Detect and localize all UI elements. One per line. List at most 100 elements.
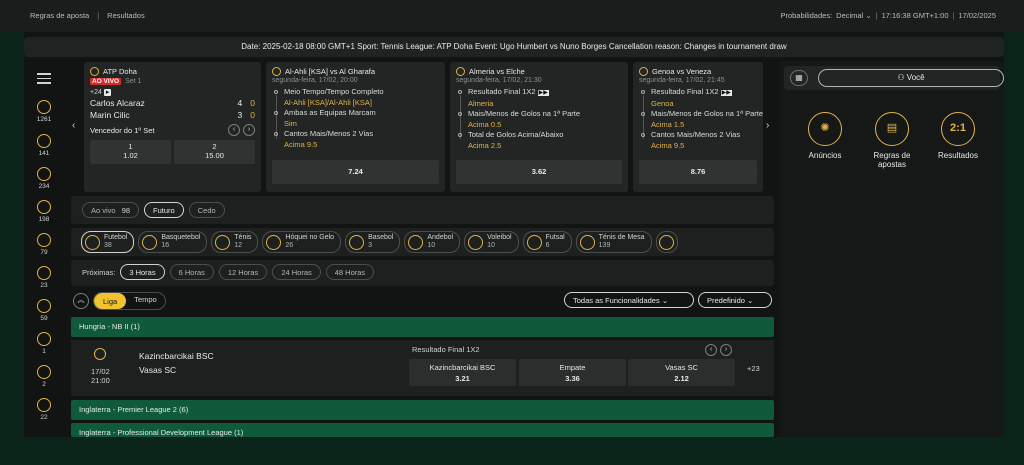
sidebar-handball[interactable]: 22 xyxy=(34,398,54,421)
handball-icon xyxy=(37,398,51,412)
collapse-all-icon[interactable]: ︽ xyxy=(73,293,89,309)
sport-pill-futsal[interactable]: Futsal 6 xyxy=(522,231,572,253)
selection: Cantos Mais/Menos 2 Vias Acima 9.5 xyxy=(633,130,763,151)
odd-button-draw[interactable]: Empate 3.36 xyxy=(519,359,626,386)
odd-button[interactable]: 7.24 xyxy=(272,160,439,184)
baseball-icon xyxy=(349,234,365,250)
calendar-icon[interactable]: ▦ xyxy=(790,70,808,86)
hours-48[interactable]: 48 Horas xyxy=(325,264,375,280)
league-header[interactable]: Inglaterra - Premier League 2 (6) xyxy=(71,400,774,420)
hours-6[interactable]: 6 Horas xyxy=(169,264,214,280)
selection: Ambas as Equipas Marcam Sim xyxy=(266,108,445,129)
table-tennis-icon xyxy=(37,200,51,214)
odd-button[interactable]: 3.62 xyxy=(456,160,622,184)
odd-button-away[interactable]: Vasas SC 2.12 xyxy=(628,359,735,386)
sport-pill-table-tennis[interactable]: Ténis de Mesa 139 xyxy=(575,231,652,253)
soccer-icon xyxy=(639,67,648,76)
hours-24[interactable]: 24 Horas xyxy=(272,264,321,280)
filter-early[interactable]: Cedo xyxy=(188,202,225,218)
rules-icon: ▤ xyxy=(875,112,909,146)
preset-dropdown[interactable]: Predefinido ⌄ xyxy=(698,292,772,308)
sidebar-soccer[interactable]: 1261 xyxy=(34,100,54,123)
you-button[interactable]: ⚇ Você xyxy=(818,69,1004,87)
sidebar-volleyball[interactable]: 59 xyxy=(34,299,54,322)
sport-pill-ice-hockey[interactable]: Hóquei no Gelo 26 xyxy=(262,231,342,253)
date: 17/02/2025 xyxy=(958,11,996,20)
volleyball-icon xyxy=(468,234,484,250)
featured-card-bet-builder[interactable]: Al-Ahli [KSA] vs Al Gharafa segunda-feir… xyxy=(266,62,445,192)
soccer-icon xyxy=(37,100,51,114)
volleyball-icon xyxy=(37,299,51,313)
sidebar-esports[interactable]: 79 xyxy=(34,233,54,256)
league-header[interactable]: Inglaterra - Professional Development Le… xyxy=(71,423,774,437)
sidebar-tennis[interactable]: 234 xyxy=(34,167,54,190)
sidebar-cycling[interactable]: 1 xyxy=(34,332,54,355)
handball-icon xyxy=(408,234,424,250)
league-header[interactable]: Hungria - NB II (1) xyxy=(71,317,774,337)
tennis-icon xyxy=(90,67,99,76)
right-panel: ▦ ⚇ Você ✺ Anúncios ▤ Regras de apostas 2:… xyxy=(780,62,1004,437)
selection: Resultado Final 1X2 ▶▶ Almeria xyxy=(450,87,628,109)
motorsport-icon xyxy=(37,365,51,379)
basketball-icon xyxy=(142,234,158,250)
filter-live[interactable]: Ao vivo 98 xyxy=(82,202,140,218)
odd-button[interactable]: 8.76 xyxy=(639,160,757,184)
more-markets[interactable]: +24 ▸ xyxy=(84,87,261,97)
esports-icon xyxy=(37,233,51,247)
odd-button[interactable]: 2 15.00 xyxy=(174,140,255,164)
selection: Resultado Final 1X2 ▶▶ Genoa xyxy=(633,87,763,109)
view-league[interactable]: Liga xyxy=(94,293,127,309)
features-dropdown[interactable]: Todas as Funcionalidades ⌄ xyxy=(564,292,694,308)
megaphone-icon: ✺ xyxy=(808,112,842,146)
sports-sidebar: 1261 141 234 198 79 23 59 1 2 22 xyxy=(24,62,64,437)
table-tennis-icon xyxy=(579,234,595,250)
selection: Total de Golos Acima/Abaixo Acima 2.5 xyxy=(450,130,628,151)
hours-12[interactable]: 12 Horas xyxy=(218,264,268,280)
card-title: ATP Doha xyxy=(103,67,137,76)
event-row[interactable]: 17/02 21:00 Kazincbarcikai BSC Vasas SC … xyxy=(71,340,774,396)
soccer-icon xyxy=(272,67,281,76)
odd-button-home[interactable]: Kazincbarcikai BSC 3.21 xyxy=(409,359,516,386)
sport-pill-tennis[interactable]: Ténis 12 xyxy=(211,231,259,253)
sidebar-hockey[interactable]: 23 xyxy=(34,266,54,289)
betting-rules-link[interactable]: Regras de aposta xyxy=(30,11,89,20)
selection: Meio Tempo/Tempo Completo Al-Ahli [KSA]/A… xyxy=(266,87,445,108)
hours-3[interactable]: 3 Horas xyxy=(120,264,165,280)
sidebar-basketball[interactable]: 141 xyxy=(34,134,54,157)
view-time[interactable]: Tempo xyxy=(126,293,165,309)
market-title: Resultado Final 1X2 xyxy=(412,345,480,354)
more-markets[interactable]: +23 xyxy=(747,364,760,373)
home-team: Kazincbarcikai BSC xyxy=(139,351,214,361)
sidebar-table-tennis[interactable]: 198 xyxy=(34,200,54,223)
prev-market-icon[interactable]: ‹ xyxy=(228,124,240,136)
sport-pill-basketball[interactable]: Basquetebol 16 xyxy=(138,231,208,253)
prev-market-icon[interactable]: ‹ xyxy=(705,344,717,356)
featured-card-bet-builder[interactable]: Almeria vs Elche segunda-feira, 17/02, 2… xyxy=(450,62,628,192)
sport-pill-more[interactable] xyxy=(655,231,678,253)
sport-pill-baseball[interactable]: Basebol 3 xyxy=(345,231,401,253)
featured-card-live[interactable]: ATP Doha AO VIVO Set 1 +24 ▸ Carlos Alca… xyxy=(84,62,261,192)
sport-pill-handball[interactable]: Andebol 10 xyxy=(404,231,461,253)
sidebar-motorsport[interactable]: 2 xyxy=(34,365,54,388)
quick-announcements[interactable]: ✺ Anúncios xyxy=(795,112,855,160)
results-link[interactable]: Resultados xyxy=(107,11,145,20)
sport-pill-volleyball[interactable]: Voleibol 10 xyxy=(464,231,519,253)
chevron-down-icon: ⌄ xyxy=(747,296,754,305)
odd-button[interactable]: 1 1.02 xyxy=(90,140,171,164)
odds-format-select[interactable]: Decimal ⌄ xyxy=(836,11,871,20)
set-label: Set 1 xyxy=(125,78,142,85)
sport-pill-soccer[interactable]: Futebol 38 xyxy=(81,231,135,253)
quick-results[interactable]: 2:1 Resultados xyxy=(928,112,988,160)
menu-icon[interactable] xyxy=(37,73,51,84)
selection: Mais/Menos de Golos na 1ª Parte Acima 0.5 xyxy=(450,109,628,130)
next-label: Próximas: xyxy=(82,267,116,277)
carousel-next-icon[interactable]: › xyxy=(766,120,769,131)
quick-betting-rules[interactable]: ▤ Regras de apostas xyxy=(862,112,922,169)
next-market-icon[interactable]: › xyxy=(720,344,732,356)
basketball-icon xyxy=(37,134,51,148)
featured-card-bet-builder[interactable]: Genoa vs Veneza segunda-feira, 17/02, 21… xyxy=(633,62,763,192)
next-market-icon[interactable]: › xyxy=(243,124,255,136)
carousel-prev-icon[interactable]: ‹ xyxy=(72,120,75,131)
hockey-icon xyxy=(37,266,51,280)
filter-future[interactable]: Futuro xyxy=(144,202,184,218)
